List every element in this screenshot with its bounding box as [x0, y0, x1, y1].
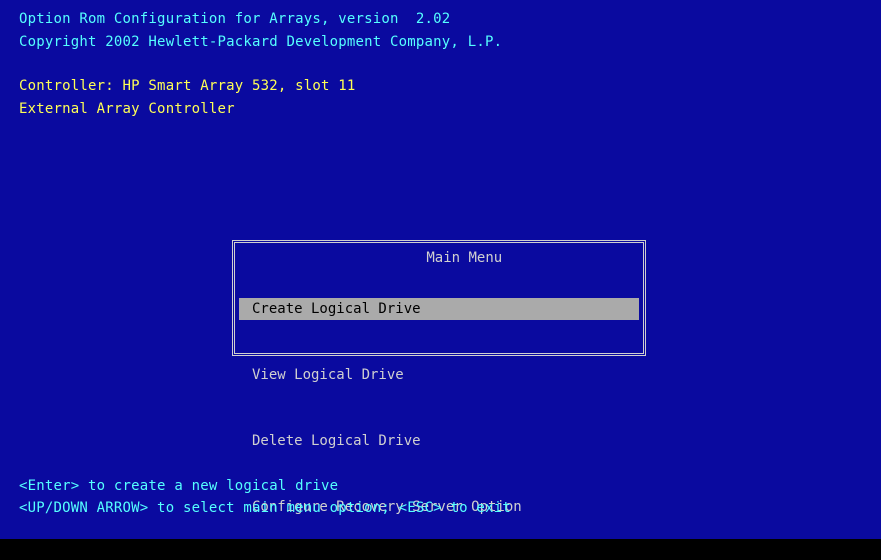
controller-name: Controller: HP Smart Array 532, slot 11: [19, 78, 356, 94]
rom-config-screen: Option Rom Configuration for Arrays, ver…: [0, 0, 881, 539]
menu-item-create-logical-drive[interactable]: Create Logical Drive: [239, 298, 639, 320]
copyright-notice: Copyright 2002 Hewlett-Packard Developme…: [19, 34, 503, 50]
key-help: <UP/DOWN ARROW> to select main menu opti…: [19, 500, 511, 516]
main-menu: Main Menu Create Logical Drive View Logi…: [232, 240, 646, 515]
menu-item-view-logical-drive[interactable]: View Logical Drive: [239, 364, 639, 386]
controller-type: External Array Controller: [19, 101, 235, 117]
menu-item-delete-logical-drive[interactable]: Delete Logical Drive: [239, 430, 639, 452]
bottom-bar: [0, 539, 881, 560]
app-title: Option Rom Configuration for Arrays, ver…: [19, 11, 451, 27]
action-hint: <Enter> to create a new logical drive: [19, 478, 339, 494]
